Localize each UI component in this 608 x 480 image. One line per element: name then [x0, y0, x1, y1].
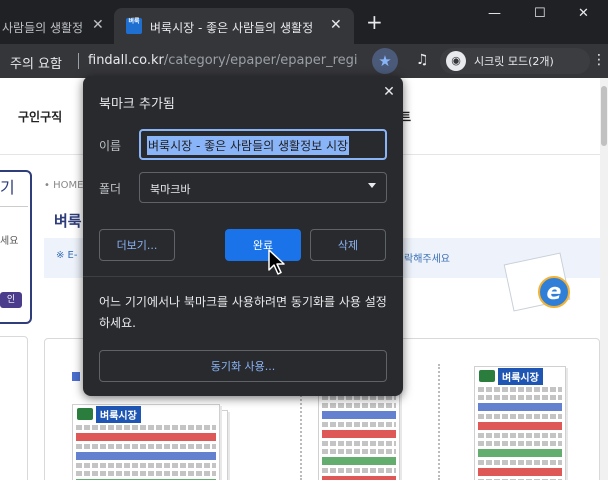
- internet-explorer-icon: e: [538, 276, 570, 308]
- bookmark-star-icon[interactable]: ★: [372, 48, 398, 74]
- page-title: 벼룩: [54, 212, 82, 230]
- chevron-down-icon: [368, 183, 376, 188]
- maximize-icon[interactable]: ☐: [534, 6, 546, 21]
- scrollbar-thumb[interactable]: [601, 86, 607, 146]
- login-button[interactable]: 인: [0, 292, 22, 308]
- toolbar: 주의 요함 findall.co.kr/category/epaper/epap…: [0, 44, 608, 78]
- sync-promo-text: 어느 기기에서나 북마크를 사용하려면 동기화를 사용 설정하세요.: [99, 295, 387, 330]
- tab-title: 벼룩시장 - 좋은 사람들의 생활정: [150, 21, 314, 35]
- epaper-thumbnail[interactable]: 벼룩시장: [474, 366, 566, 480]
- folder-label: 폴더: [99, 182, 122, 196]
- folder-select-value: 북마크바: [150, 183, 191, 196]
- close-icon[interactable]: ✕: [379, 82, 399, 102]
- minimize-icon[interactable]: —: [488, 6, 501, 21]
- notice-text-tail: 락해주세요: [404, 254, 450, 265]
- page-scrollbar[interactable]: [600, 78, 608, 480]
- new-tab-icon[interactable]: +: [366, 12, 383, 32]
- more-button[interactable]: 더보기...: [99, 229, 175, 261]
- tab-title: 사람들의 생활정: [2, 21, 84, 35]
- tab-close-icon[interactable]: ✕: [92, 17, 104, 33]
- login-divider: [0, 206, 28, 207]
- tab-close-icon[interactable]: ✕: [330, 17, 342, 33]
- epaper-thumbnail[interactable]: 벼룩시장: [72, 404, 220, 480]
- dialog-title: 북마크 추가됨: [99, 97, 175, 112]
- epaper-masthead: 벼룩시장: [73, 405, 219, 423]
- login-title: 기: [0, 178, 15, 197]
- notice-text: ※ E-: [56, 250, 78, 261]
- url-path: /category/epaper/epaper_regi: [163, 53, 358, 68]
- incognito-profile-button[interactable]: ◉ 시크릿 모드(2개): [440, 48, 590, 74]
- play-marker-icon: [72, 372, 80, 381]
- mouse-cursor-icon: [268, 249, 285, 275]
- window-close-icon[interactable]: ✕: [578, 6, 589, 21]
- ie-illustration: e: [503, 238, 580, 318]
- name-label: 이름: [99, 139, 122, 153]
- epaper-title: 벼룩시장: [96, 405, 141, 423]
- incognito-icon: ◉: [446, 51, 466, 71]
- tab-active[interactable]: 벼룩 벼룩시장 - 좋은 사람들의 생활정 ✕: [114, 8, 354, 44]
- media-control-icon[interactable]: ♫: [416, 52, 429, 68]
- remove-button[interactable]: 삭제: [310, 229, 386, 261]
- bookmark-name-value: 벼룩시장 - 좋은 사람들의 생활정보 시장: [147, 136, 350, 155]
- dialog-divider: [83, 276, 403, 277]
- column-divider: [438, 364, 440, 480]
- epaper-title: 벼룩시장: [498, 367, 543, 385]
- breadcrumb[interactable]: • HOME: [44, 180, 83, 191]
- tab-strip: 사람들의 생활정 ✕ 벼룩 벼룩시장 - 좋은 사람들의 생활정 ✕ + — ☐…: [0, 0, 608, 44]
- login-text: 세요: [0, 236, 19, 247]
- url-host: findall.co.kr: [88, 53, 164, 68]
- region-badge: [479, 370, 495, 382]
- bookmark-added-dialog: 북마크 추가됨 ✕ 이름 벼룩시장 - 좋은 사람들의 생활정보 시장 폴더 북…: [83, 76, 403, 396]
- address-bar[interactable]: findall.co.kr/category/epaper/epaper_reg…: [88, 53, 364, 68]
- enable-sync-button[interactable]: 동기화 사용...: [99, 350, 387, 382]
- epaper-masthead: 벼룩시장: [475, 367, 565, 385]
- omnibox-separator: [78, 53, 79, 69]
- incognito-label: 시크릿 모드(2개): [474, 55, 554, 68]
- bookmark-name-input[interactable]: 벼룩시장 - 좋은 사람들의 생활정보 시장: [139, 129, 387, 160]
- security-indicator[interactable]: 주의 요함: [10, 53, 62, 72]
- site-favicon-icon: 벼룩: [126, 18, 142, 34]
- region-badge: [77, 408, 93, 420]
- folder-select[interactable]: 북마크바: [139, 172, 387, 203]
- menu-dots-icon[interactable]: ⋮: [592, 52, 606, 68]
- side-panel: [0, 336, 28, 480]
- tab-inactive[interactable]: 사람들의 생활정 ✕: [0, 8, 112, 44]
- nav-item-jobs[interactable]: 구인구직: [18, 108, 62, 125]
